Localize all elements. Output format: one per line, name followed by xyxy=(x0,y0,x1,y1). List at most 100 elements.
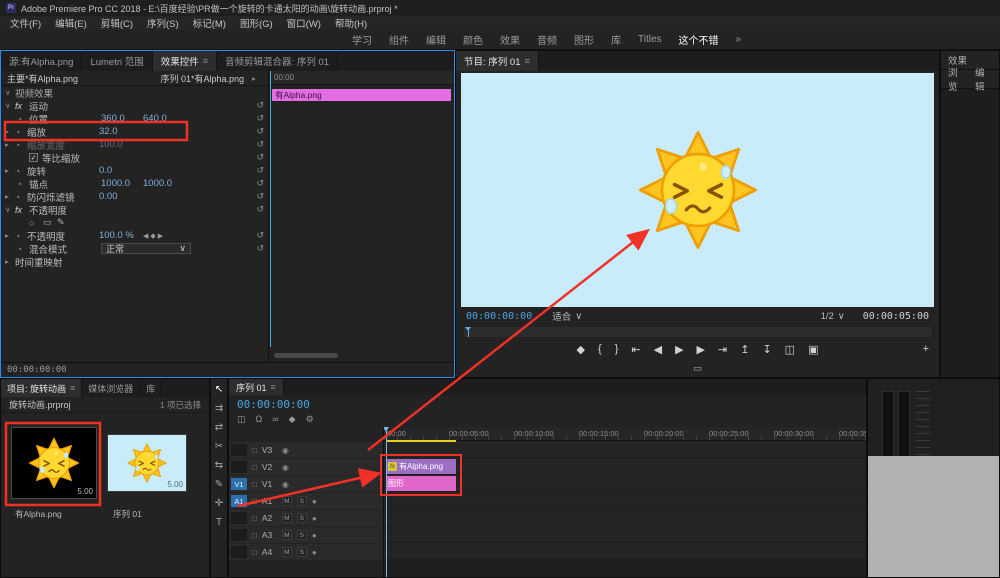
track-header-v3[interactable]: □ V3 ◉ xyxy=(229,442,383,458)
rect-mask-icon[interactable]: ▭ xyxy=(43,217,57,228)
slip-tool-icon[interactable]: ⇆ xyxy=(215,460,223,471)
position-x-value[interactable]: 360.0 xyxy=(101,113,143,124)
mark-in-button[interactable]: { xyxy=(598,343,602,355)
lane-a2[interactable] xyxy=(384,509,866,525)
menu-graphics[interactable]: 图形(G) xyxy=(240,16,273,30)
twirl-icon[interactable]: ▸ xyxy=(5,231,15,240)
button-editor-plus[interactable]: + xyxy=(923,343,929,355)
track-output-eye-icon[interactable]: ◉ xyxy=(282,446,289,455)
reset-param-icon[interactable]: ↺ xyxy=(256,230,264,241)
extract-button[interactable]: ↧ xyxy=(762,343,771,356)
pen-mask-icon[interactable]: ✎ xyxy=(57,217,71,228)
panel-menu-icon[interactable]: ≡ xyxy=(271,382,276,392)
solo-button[interactable]: S xyxy=(296,513,307,523)
go-to-out-button[interactable]: ⇥ xyxy=(718,343,727,356)
workspace-tab-audio[interactable]: 音频 xyxy=(537,32,557,47)
timeline-ruler[interactable]: :00:00 00:00:05:00 00:00:10:00 00:00:15:… xyxy=(384,427,866,441)
reset-param-icon[interactable]: ↺ xyxy=(256,191,264,202)
lane-v1[interactable] xyxy=(384,475,866,491)
toggle-animation-icon[interactable]: ◔ xyxy=(15,127,27,137)
mini-timeline-ruler[interactable]: 00:00 xyxy=(269,71,454,85)
track-lock-icon[interactable]: □ xyxy=(252,463,257,472)
compare-view-button[interactable]: ▣ xyxy=(808,343,818,356)
tab-source-monitor[interactable]: 源:有Alpha.png xyxy=(1,51,83,71)
ripple-edit-tool-icon[interactable]: ⇄ xyxy=(215,422,223,433)
snap-icon[interactable]: Ω xyxy=(256,414,263,425)
track-lock-icon[interactable]: □ xyxy=(252,514,257,523)
lane-a4[interactable] xyxy=(384,543,866,559)
menu-sequence[interactable]: 序列(S) xyxy=(147,16,179,30)
project-file-name[interactable]: 旋转动画.prproj xyxy=(9,398,71,411)
track-header-v1[interactable]: V1 □ V1 ◉ xyxy=(229,476,383,492)
workspace-tab-color[interactable]: 颜色 xyxy=(463,32,483,47)
tab-effect-controls[interactable]: 效果控件 ≡ xyxy=(152,51,218,71)
pen-tool-icon[interactable]: ✎ xyxy=(215,479,223,490)
tab-lumetri-scopes[interactable]: Lumetri 范围 xyxy=(82,51,153,71)
twirl-icon[interactable]: ∨ xyxy=(5,101,15,110)
twirl-icon[interactable]: ▸ xyxy=(5,257,15,266)
uniform-scale-checkbox[interactable]: ✓ xyxy=(29,153,38,162)
mute-button[interactable]: M xyxy=(281,547,292,557)
reset-effect-icon[interactable]: ↺ xyxy=(256,100,264,111)
workspace-tab-assembly[interactable]: 组件 xyxy=(389,32,409,47)
lane-v2[interactable] xyxy=(384,458,866,474)
workspace-tab-titles[interactable]: Titles xyxy=(638,34,662,45)
opacity-value[interactable]: 100.0 % xyxy=(99,230,141,241)
playback-resolution-select[interactable]: 1/2 ∨ xyxy=(821,311,845,322)
solo-button[interactable]: S xyxy=(296,530,307,540)
track-lock-icon[interactable]: □ xyxy=(252,446,257,455)
reset-param-icon[interactable]: ↺ xyxy=(256,165,264,176)
mark-out-button[interactable]: } xyxy=(615,343,619,355)
workspace-tab-learning[interactable]: 学习 xyxy=(352,32,372,47)
keyframe-next-icon[interactable]: ▶ xyxy=(158,232,163,240)
position-y-value[interactable]: 640.0 xyxy=(143,113,185,124)
panel-menu-icon[interactable]: ≡ xyxy=(70,383,75,393)
menu-marker[interactable]: 标记(M) xyxy=(193,16,226,30)
twirl-icon[interactable]: ▸ xyxy=(5,192,15,201)
source-patch-cell[interactable] xyxy=(231,546,247,558)
source-patch-cell[interactable] xyxy=(231,512,247,524)
track-header-a3[interactable]: □ A3 M S ● xyxy=(229,527,383,543)
tab-audio-clip-mixer[interactable]: 音频剪辑混合器: 序列 01 xyxy=(217,51,339,71)
workspace-tab-libraries[interactable]: 库 xyxy=(611,32,621,47)
track-output-eye-icon[interactable]: ◉ xyxy=(282,463,289,472)
toggle-animation-icon[interactable]: ◔ xyxy=(15,192,27,202)
track-output-eye-icon[interactable]: ◉ xyxy=(282,480,289,489)
menu-window[interactable]: 窗口(W) xyxy=(287,16,321,30)
toggle-animation-icon[interactable]: ◔ xyxy=(17,114,29,124)
tab-edit-panel[interactable]: 编辑 xyxy=(975,65,992,93)
twirl-icon[interactable]: ▸ xyxy=(5,127,15,136)
type-tool-icon[interactable]: T xyxy=(216,517,222,528)
track-lock-icon[interactable]: □ xyxy=(252,531,257,540)
keyframe-prev-icon[interactable]: ◀ xyxy=(143,232,148,240)
panel-menu-icon[interactable]: ≡ xyxy=(525,56,530,66)
tab-project[interactable]: 项目: 旋转动画 ≡ xyxy=(1,379,83,397)
timeline-timecode[interactable]: 00:00:00:00 xyxy=(237,398,310,411)
timeline-clip-alpha-png[interactable]: fx 有Alpha.png xyxy=(386,459,456,474)
item-name-sequence01[interactable]: 序列 01 xyxy=(113,508,142,520)
project-item-sequence01[interactable]: 5.00 xyxy=(107,434,187,492)
sequence-clip-label[interactable]: 序列 01*有Alpha.png xyxy=(160,72,244,85)
toggle-animation-icon[interactable]: ◔ xyxy=(15,231,27,241)
export-frame-button[interactable]: ◫ xyxy=(785,343,795,356)
voiceover-mic-icon[interactable]: ● xyxy=(312,531,317,540)
item-name-alpha-png[interactable]: 有Alpha.png xyxy=(15,508,62,520)
tab-sequence01[interactable]: 序列 01 ≡ xyxy=(229,379,284,395)
track-header-a2[interactable]: □ A2 M S ● xyxy=(229,510,383,526)
reset-param-icon[interactable]: ↺ xyxy=(256,243,264,254)
fx-badge-icon[interactable]: fx xyxy=(15,101,29,111)
menu-help[interactable]: 帮助(H) xyxy=(335,16,367,30)
twirl-icon[interactable]: ▸ xyxy=(5,166,15,175)
twirl-icon[interactable]: ∨ xyxy=(5,88,15,97)
reset-effect-icon[interactable]: ↺ xyxy=(256,204,264,215)
source-patch-cell[interactable] xyxy=(231,529,247,541)
menu-file[interactable]: 文件(F) xyxy=(10,16,41,30)
reset-param-icon[interactable]: ↺ xyxy=(256,113,264,124)
workspace-tab-custom-active[interactable]: 这个不错 xyxy=(679,32,719,47)
source-patch-cell[interactable] xyxy=(231,461,247,473)
toggle-animation-icon[interactable]: ◔ xyxy=(17,179,29,189)
reset-param-icon[interactable]: ↺ xyxy=(256,126,264,137)
add-marker-button[interactable]: ◆ xyxy=(577,343,585,356)
track-header-v2[interactable]: □ V2 ◉ xyxy=(229,459,383,475)
add-marker-icon[interactable]: ◆ xyxy=(289,414,296,425)
